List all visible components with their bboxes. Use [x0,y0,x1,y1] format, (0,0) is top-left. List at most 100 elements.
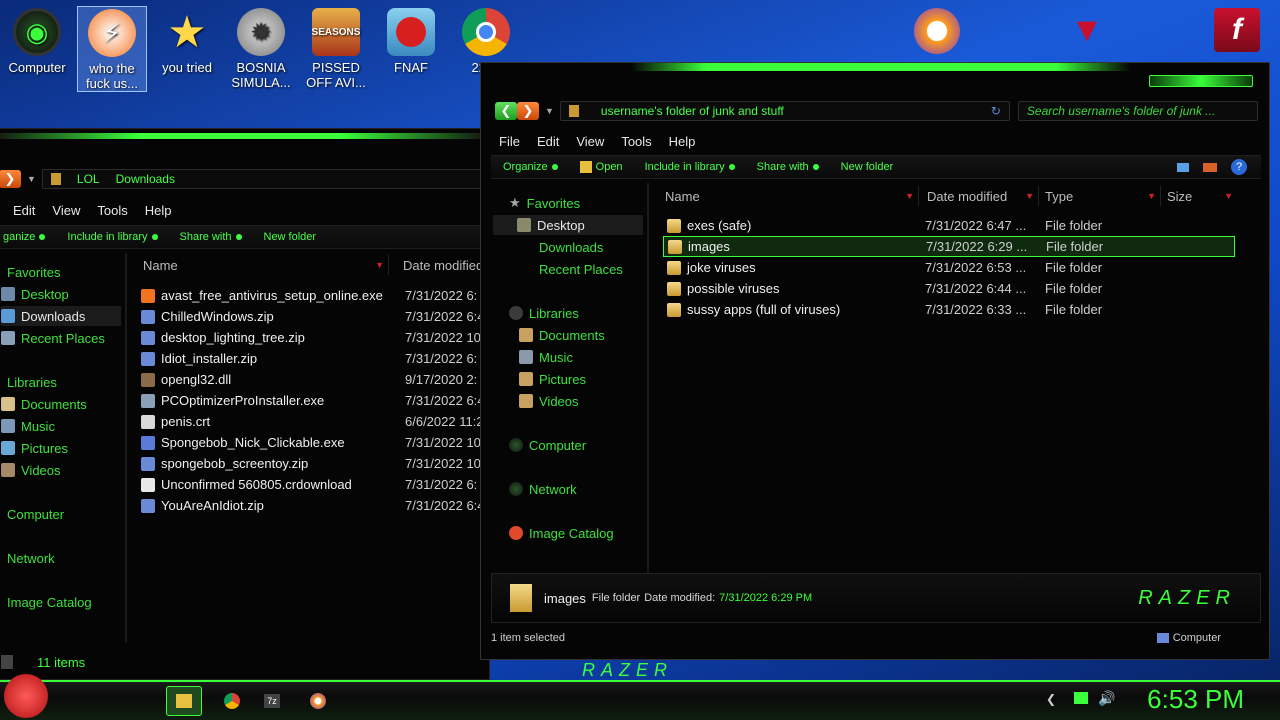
history-dropdown-icon[interactable]: ▼ [545,106,554,116]
taskbar-7zip-button[interactable]: 7z [254,686,290,716]
menu-help[interactable]: Help [145,203,172,218]
menu-tools[interactable]: Tools [621,134,651,149]
column-date-modified[interactable]: Date modified ▼ [921,186,1039,206]
nav-downloads[interactable]: Downloads [1,306,121,326]
address-bar[interactable]: username's folder of junk and stuff ↻ [559,101,1010,121]
vpn-app-icon[interactable] [914,8,960,54]
flash-player-icon[interactable]: f [1214,8,1260,52]
refresh-icon[interactable]: ↻ [991,104,1001,118]
desktop-icon-you-tried[interactable]: ★ you tried [152,6,222,92]
back-button[interactable]: ❮ [495,102,517,120]
nav-videos[interactable]: Videos [1,460,61,480]
taskbar-browser-button[interactable] [300,686,336,716]
open-button[interactable]: Open [579,161,623,174]
table-row[interactable]: Spongebob_Nick_Clickable.exe 7/31/2022 10 [141,432,489,453]
nav-favorites[interactable]: Favorites [7,262,60,282]
column-type[interactable]: Type ▼ [1041,186,1161,206]
desktop-icon-bosnia[interactable]: ✹ BOSNIA SIMULA... [226,6,296,92]
shield-app-icon[interactable]: ▼ [1064,12,1110,48]
taskbar-explorer-button[interactable] [166,686,202,716]
table-row[interactable]: penis.crt 6/6/2022 11:2 [141,411,489,432]
address-bar[interactable]: LOL Downloads [41,169,489,189]
downloads-window[interactable]: ❯ ▼ LOL Downloads Edit View Tools Help g… [0,128,490,680]
table-row[interactable]: exes (safe) 7/31/2022 6:47 ... File folder [663,215,1235,236]
breadcrumb-downloads[interactable]: Downloads [116,172,175,186]
include-in-library-button[interactable]: Include in library [67,231,158,243]
column-date-modified[interactable]: Date modified [399,255,489,275]
tray-battery-icon[interactable] [1074,692,1088,704]
nav-documents[interactable]: Documents [519,325,605,345]
organize-button[interactable]: ganize [3,231,46,243]
window-controls[interactable] [1149,75,1253,87]
table-row[interactable]: desktop_lighting_tree.zip 7/31/2022 10 [141,327,489,348]
taskbar-chrome-button[interactable] [214,686,250,716]
nav-network[interactable]: Network [7,548,55,568]
menu-edit[interactable]: Edit [13,203,35,218]
table-row[interactable]: joke viruses 7/31/2022 6:53 ... File folde… [663,257,1235,278]
nav-music[interactable]: Music [1,416,55,436]
menu-edit[interactable]: Edit [537,134,559,149]
share-with-button[interactable]: Share with [180,231,242,243]
include-in-library-button[interactable]: Include in library [645,161,735,173]
table-row[interactable]: sussy apps (full of viruses) 7/31/2022 6:… [663,299,1235,320]
share-with-button[interactable]: Share with [757,161,819,173]
clock[interactable]: 6:53 PM [1147,684,1244,715]
nav-computer[interactable]: Computer [509,435,586,455]
table-row[interactable]: images 7/31/2022 6:29 ... File folder [663,236,1235,257]
table-row[interactable]: opengl32.dll 9/17/2020 2: [141,369,489,390]
desktop-icon-pissed-off[interactable]: SEASONS PISSED OFF AVI... [301,6,371,92]
preview-pane-icon[interactable] [1203,162,1217,172]
start-button[interactable] [4,674,48,718]
nav-image-catalog[interactable]: Image Catalog [7,592,92,612]
menu-help[interactable]: Help [669,134,696,149]
forward-button[interactable]: ❯ [0,170,21,188]
nav-pictures[interactable]: Pictures [519,369,586,389]
column-size[interactable]: Size ▼ [1163,186,1237,206]
view-options-icon[interactable] [1177,162,1189,172]
desktop-icon-computer[interactable]: ◉ Computer [2,6,72,92]
organize-button[interactable]: Organize [503,161,558,173]
nav-desktop[interactable]: Desktop [1,284,121,304]
column-name[interactable]: Name ▼ [651,186,919,206]
nav-desktop[interactable]: Desktop [493,215,643,235]
nav-libraries[interactable]: Libraries [509,303,579,323]
new-folder-button[interactable]: New folder [264,231,317,243]
nav-music[interactable]: Music [519,347,573,367]
table-row[interactable]: spongebob_screentoy.zip 7/31/2022 10 [141,453,489,474]
search-input[interactable]: Search username's folder of junk ... [1017,101,1258,121]
nav-libraries[interactable]: Libraries [7,372,57,392]
junk-folder-window[interactable]: ❮ ❯ ▼ username's folder of junk and stuf… [480,62,1270,660]
table-row[interactable]: YouAreAnIdiot.zip 7/31/2022 6:4 [141,495,489,516]
nav-computer[interactable]: Computer [7,504,64,524]
pane-divider[interactable] [125,253,127,643]
nav-favorites[interactable]: ★ Favorites [509,193,580,213]
nav-downloads[interactable]: Downloads [539,237,603,257]
history-dropdown-icon[interactable]: ▼ [27,174,36,184]
column-name[interactable]: Name ▼ [129,255,389,275]
new-folder-button[interactable]: New folder [841,161,894,173]
table-row[interactable]: Idiot_installer.zip 7/31/2022 6: [141,348,489,369]
nav-videos[interactable]: Videos [519,391,579,411]
nav-recent-places[interactable]: Recent Places [539,259,623,279]
nav-pictures[interactable]: Pictures [1,438,68,458]
table-row[interactable]: avast_free_antivirus_setup_online.exe 7/3… [141,285,489,306]
nav-image-catalog[interactable]: Image Catalog [509,523,614,543]
table-row[interactable]: possible viruses 7/31/2022 6:44 ... File f… [663,278,1235,299]
pane-divider[interactable] [647,183,649,573]
nav-documents[interactable]: Documents [1,394,87,414]
forward-button[interactable]: ❯ [517,102,539,120]
table-row[interactable]: Unconfirmed 560805.crdownload 7/31/2022 6… [141,474,489,495]
menu-view[interactable]: View [576,134,604,149]
table-row[interactable]: PCOptimizerProInstaller.exe 7/31/2022 6:4 [141,390,489,411]
help-icon[interactable]: ? [1231,159,1247,175]
menu-tools[interactable]: Tools [97,203,127,218]
desktop-icon-who[interactable]: ⚡ who the fuck us... [77,6,147,92]
nav-network[interactable]: Network [509,479,577,499]
menu-view[interactable]: View [52,203,80,218]
desktop-icon-fnaf[interactable]: FNAF [376,6,446,92]
table-row[interactable]: ChilledWindows.zip 7/31/2022 6:4 [141,306,489,327]
tray-expand-icon[interactable]: ❮ [1046,692,1056,706]
tray-volume-icon[interactable]: 🔊 [1098,690,1115,707]
breadcrumb-lol[interactable]: LOL [77,172,100,186]
nav-recent-places[interactable]: Recent Places [1,328,121,348]
